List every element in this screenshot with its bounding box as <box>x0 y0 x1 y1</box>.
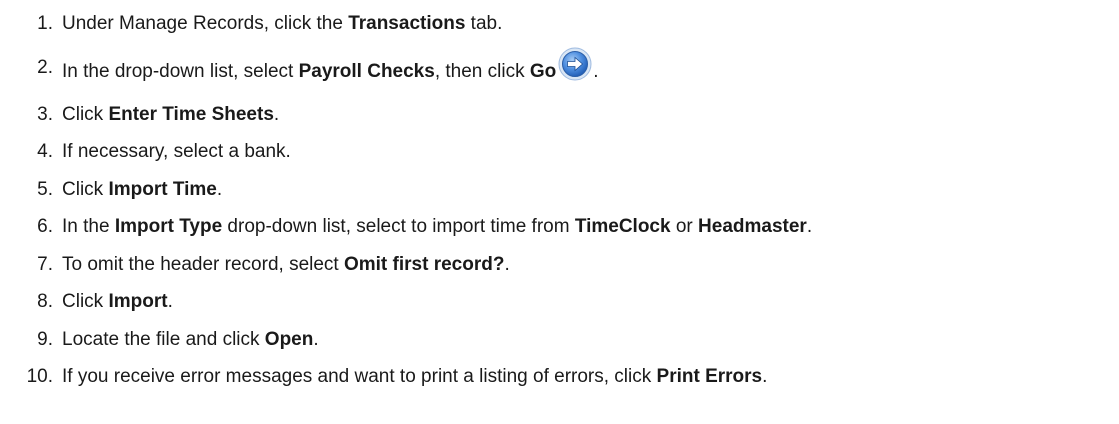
ui-term-enter-time-sheets: Enter Time Sheets <box>108 103 274 125</box>
step-text: In the <box>62 216 115 237</box>
step-text: tab. <box>465 13 503 34</box>
ui-term-headmaster: Headmaster <box>698 216 807 237</box>
step-2: 2. In the drop-down list, select Payroll… <box>0 43 1119 96</box>
step-7: 7. To omit the header record, select Omi… <box>0 246 1119 284</box>
step-text: , then click <box>434 60 530 82</box>
step-text: If necessary, select a bank. <box>62 141 291 162</box>
step-1: 1. Under Manage Records, click the Trans… <box>0 5 1119 43</box>
step-text: . <box>762 366 768 387</box>
step-text: . <box>167 291 173 312</box>
step-text: drop-down list, select to import time fr… <box>222 216 575 237</box>
step-number: 10. <box>26 366 53 387</box>
step-text: Under Manage Records, click the <box>62 13 349 34</box>
step-number: 8. <box>37 291 53 312</box>
go-arrow-icon <box>558 47 592 81</box>
step-text: Locate the file and click <box>62 328 265 350</box>
step-text: . <box>504 253 510 275</box>
ui-term-print-errors: Print Errors <box>656 366 763 387</box>
page: { "steps": [ { "number": "1.", "parts": … <box>0 5 1119 424</box>
step-8: 8. Click Import. <box>0 283 1119 321</box>
step-6: 6. In the Import Type drop-down list, se… <box>0 208 1119 246</box>
ui-term-go: Go <box>529 60 557 82</box>
ui-term-import-time: Import Time <box>108 178 217 200</box>
step-number: 9. <box>37 328 53 350</box>
step-text: . <box>806 216 813 237</box>
step-3: 3. Click Enter Time Sheets. <box>0 96 1119 134</box>
step-text: In the drop-down list, select <box>62 60 299 82</box>
step-text: If you receive error messages and want t… <box>62 366 657 387</box>
step-text: . <box>593 60 599 82</box>
instruction-steps: 1. Under Manage Records, click the Trans… <box>0 5 1119 396</box>
step-text: Click <box>62 103 109 125</box>
step-text: Click <box>62 291 109 312</box>
step-number: 4. <box>37 141 53 162</box>
step-4: 4. If necessary, select a bank. <box>0 133 1119 171</box>
step-number: 6. <box>37 216 53 237</box>
step-number: 2. <box>37 56 53 78</box>
step-text: or <box>670 216 699 237</box>
step-number: 7. <box>37 253 53 275</box>
step-text: . <box>273 103 280 125</box>
step-text: . <box>216 178 223 200</box>
step-9: 9. Locate the file and click Open. <box>0 321 1119 359</box>
step-text: Click <box>62 178 109 200</box>
step-number: 3. <box>37 103 53 125</box>
step-5: 5. Click Import Time. <box>0 171 1119 209</box>
step-10: 10. If you receive error messages and wa… <box>0 358 1119 396</box>
ui-term-timeclock: TimeClock <box>574 216 671 237</box>
step-text: . <box>313 328 319 350</box>
ui-term-import-type: Import Type <box>114 216 223 237</box>
ui-term-payroll-checks: Payroll Checks <box>298 60 435 82</box>
ui-term-open: Open <box>264 328 314 350</box>
step-number: 5. <box>37 178 53 200</box>
ui-term-import: Import <box>108 291 168 312</box>
ui-term-transactions: Transactions <box>348 13 466 34</box>
step-text: To omit the header record, select <box>62 253 344 275</box>
ui-term-omit-first-record: Omit first record? <box>343 253 505 275</box>
step-number: 1. <box>37 13 53 34</box>
